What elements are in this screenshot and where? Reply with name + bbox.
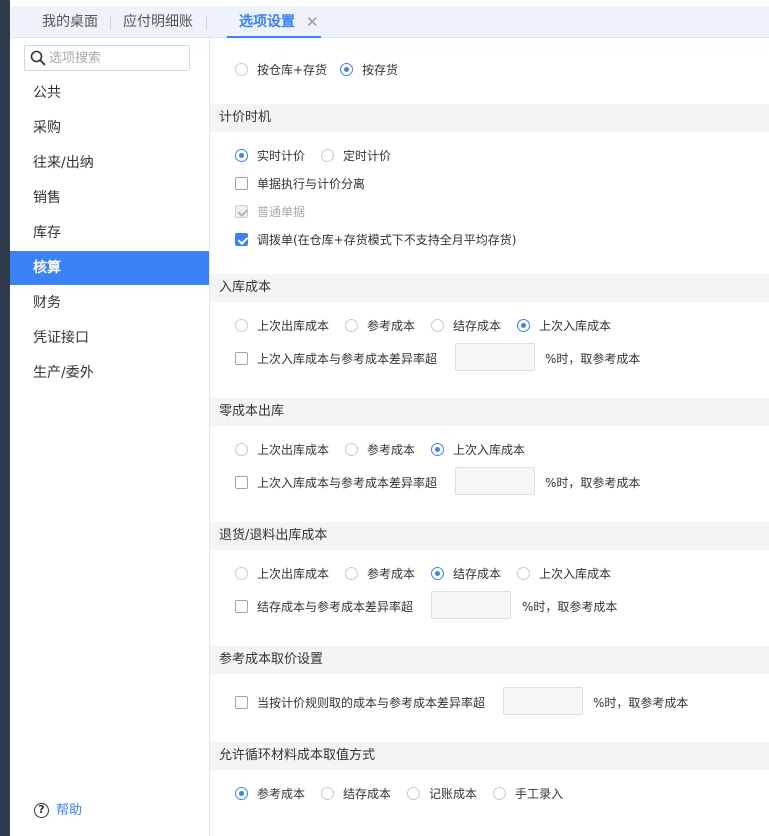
help-icon: ? — [34, 803, 49, 818]
section-header-inbound-cost: 入库成本 — [210, 274, 769, 302]
zero-threshold-suffix: %时，取参考成本 — [545, 476, 641, 490]
close-icon[interactable]: ✕ — [306, 6, 319, 38]
ref-cost-threshold-suffix: %时，取参考成本 — [593, 696, 689, 710]
settings-panel: 按仓库+存货 按存货 计价时机 实时计价 定时计价 单据执行与计价分离 普通单据… — [210, 38, 769, 836]
sidebar-item-inventory[interactable]: 库存 — [10, 216, 209, 250]
search-icon — [30, 50, 46, 66]
sidebar-item-production[interactable]: 生产/委外 — [10, 356, 209, 390]
help-label: 帮助 — [56, 803, 83, 818]
section-header-cycle-material: 允许循环材料成本取值方式 — [210, 742, 769, 770]
ref-cost-threshold-input[interactable] — [503, 687, 583, 715]
sidebar-item-finance[interactable]: 财务 — [10, 286, 209, 320]
section-header-zero-cost: 零成本出库 — [210, 398, 769, 426]
section-header-ref-cost: 参考成本取价设置 — [210, 646, 769, 674]
tab-option-settings[interactable]: 选项设置 — [227, 6, 321, 38]
zero-threshold-input[interactable] — [455, 467, 535, 495]
section-header-pricing-timing: 计价时机 — [210, 104, 769, 132]
search-box — [24, 45, 190, 71]
search-input[interactable] — [49, 49, 185, 67]
return-threshold-input[interactable] — [431, 591, 511, 619]
help-link[interactable]: ? 帮助 — [34, 802, 82, 820]
sidebar: 公共 采购 往来/出纳 销售 库存 核算 财务 凭证接口 生产/委外 ? 帮助 — [10, 38, 210, 836]
tab-payable-ledger[interactable]: 应付明细账 — [123, 6, 193, 38]
tab-divider — [206, 16, 207, 30]
tab-bar: 我的桌面 应付明细账 选项设置 ✕ — [10, 6, 769, 38]
sidebar-item-cashier[interactable]: 往来/出纳 — [10, 146, 209, 180]
sidebar-item-public[interactable]: 公共 — [10, 76, 209, 110]
sidebar-item-accounting[interactable]: 核算 — [10, 251, 209, 285]
sidebar-item-purchase[interactable]: 采购 — [10, 111, 209, 145]
inbound-threshold-suffix: %时，取参考成本 — [545, 352, 641, 366]
sidebar-item-voucher-interface[interactable]: 凭证接口 — [10, 321, 209, 355]
section-header-return-cost: 退货/退料出库成本 — [210, 522, 769, 550]
sidebar-item-sales[interactable]: 销售 — [10, 181, 209, 215]
tab-divider — [110, 16, 111, 30]
left-edge-bar — [0, 0, 10, 836]
inbound-threshold-input[interactable] — [455, 343, 535, 371]
tab-my-desktop[interactable]: 我的桌面 — [42, 6, 98, 38]
return-threshold-suffix: %时，取参考成本 — [522, 600, 618, 614]
